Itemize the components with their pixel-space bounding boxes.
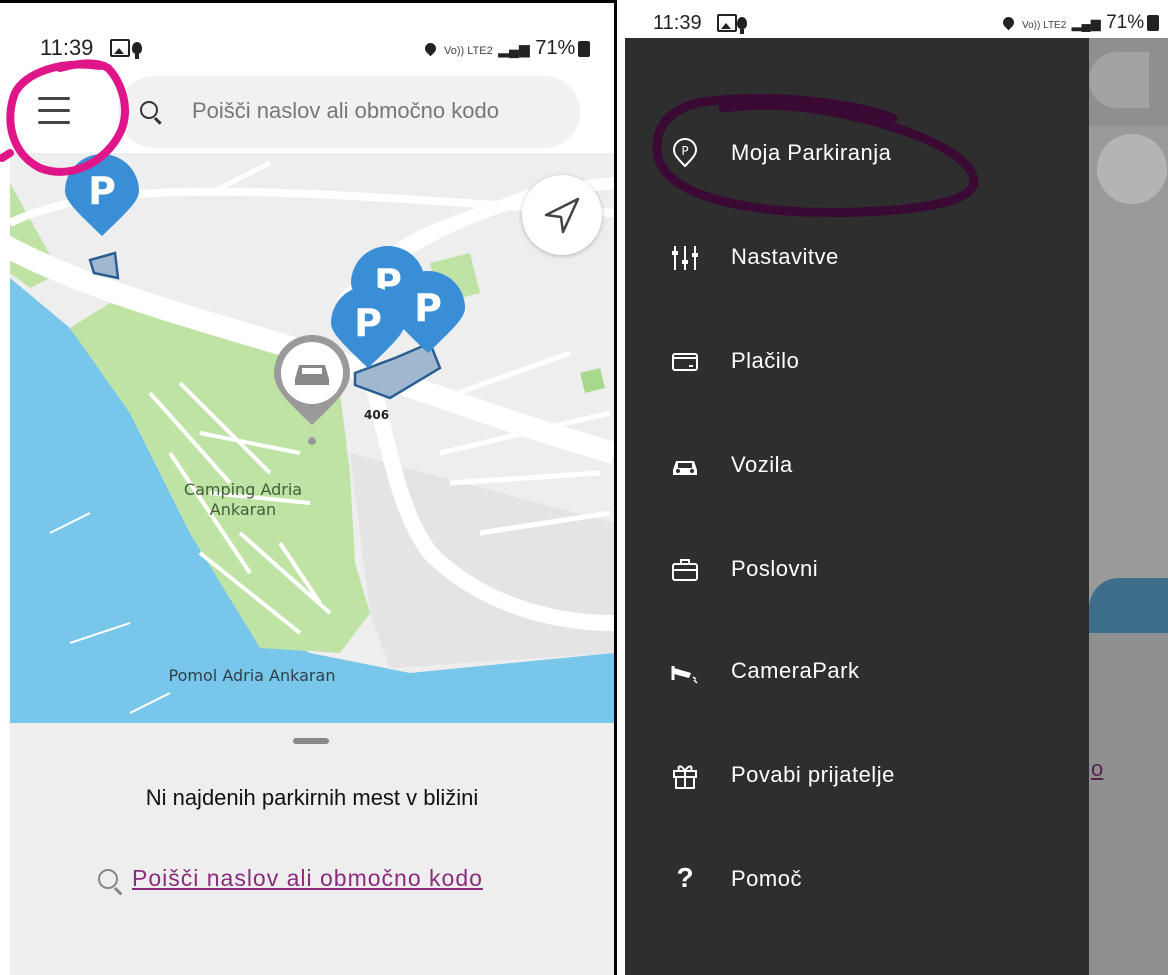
svg-text:P: P [414, 286, 442, 330]
svg-text:P: P [354, 301, 382, 345]
menu-item-label: Pomoč [731, 866, 802, 891]
network-text: Vo)) LTE2 [1022, 20, 1067, 31]
battery-text: 71% [535, 37, 576, 59]
right-screenshot: 11:39 Vo)) LTE2 ▂▄▆ 71% o P Moja Parkira… [625, 0, 1168, 975]
menu-item-placilo[interactable]: Plačilo [625, 332, 1089, 392]
bulb-icon [126, 39, 142, 59]
search-bar[interactable]: Poišči naslov ali območno kodo [118, 76, 580, 148]
signal-icon: ▂▄▆ [498, 41, 530, 57]
search-placeholder: Poišči naslov ali območno kodo [192, 98, 499, 123]
bulb-icon [731, 14, 747, 34]
camera-icon [671, 666, 698, 684]
menu-item-label: CameraPark [731, 658, 860, 683]
camping-label-line2: Ankaran [210, 500, 276, 519]
signal-icon: ▂▄▆ [1071, 16, 1101, 31]
locate-me-button[interactable] [522, 175, 602, 255]
divider [617, 0, 625, 975]
dimmed-link-fragment: o [1091, 756, 1104, 781]
battery-icon [1147, 14, 1160, 31]
search-icon [140, 101, 158, 119]
location-icon [1000, 15, 1017, 31]
location-icon [422, 40, 439, 57]
bottom-sheet[interactable]: Ni najdenih parkirnih mest v bližini Poi… [10, 723, 614, 975]
status-time: 11:39 [653, 12, 702, 34]
status-bar: 11:39 Vo)) LTE2 ▂▄▆ 71% [0, 3, 614, 61]
search-icon [98, 869, 118, 889]
menu-item-pomoc[interactable]: ? Pomoč [625, 850, 1089, 910]
help-icon: ? [676, 862, 694, 893]
highlight-annotation [0, 59, 129, 176]
navigation-arrow-icon [544, 197, 580, 234]
menu-item-label: Vozila [731, 452, 793, 477]
gift-icon [673, 765, 697, 789]
drawer-scrim[interactable]: o [1089, 38, 1168, 975]
no-parking-message: Ni najdenih parkirnih mest v bližini [145, 785, 479, 810]
battery-text: 71% [1106, 12, 1145, 33]
status-right: Vo)) LTE2 ▂▄▆ 71% [422, 37, 591, 60]
menu-item-vozila[interactable]: Vozila [625, 436, 1089, 496]
menu-item-poslovni[interactable]: Poslovni [625, 540, 1089, 600]
menu-item-label: Povabi prijatelje [731, 762, 895, 787]
search-address-link[interactable]: Poišči naslov ali območno kodo [132, 865, 483, 892]
battery-icon [578, 40, 591, 57]
card-icon [672, 353, 698, 371]
network-text: Vo)) LTE2 [444, 45, 493, 57]
highlight-annotation [652, 94, 979, 217]
menu-item-label: Poslovni [731, 556, 819, 581]
navigation-drawer: P Moja Parkiranja Nastavitve Plačilo Voz… [625, 38, 1089, 975]
car-icon [673, 461, 697, 475]
briefcase-icon [672, 559, 698, 581]
camping-label-line1: Camping Adria [184, 480, 302, 499]
pier-label: Pomol Adria Ankaran [169, 666, 336, 685]
menu-item-povabi-prijatelje[interactable]: Povabi prijatelje [625, 746, 1089, 806]
menu-item-camerapark[interactable]: CameraPark [625, 642, 1089, 702]
locate-button-dimmed [1097, 134, 1167, 204]
left-screenshot: 11:39 Vo)) LTE2 ▂▄▆ 71% P P P P 406 Camp… [0, 0, 617, 975]
status-right: Vo)) LTE2 ▂▄▆ 71% [1000, 12, 1160, 34]
menu-item-label: Plačilo [731, 348, 800, 373]
drag-handle[interactable] [293, 738, 329, 744]
sliders-icon [672, 246, 698, 270]
road-number-label: 406 [364, 408, 389, 422]
menu-item-label: Nastavitve [731, 244, 839, 269]
